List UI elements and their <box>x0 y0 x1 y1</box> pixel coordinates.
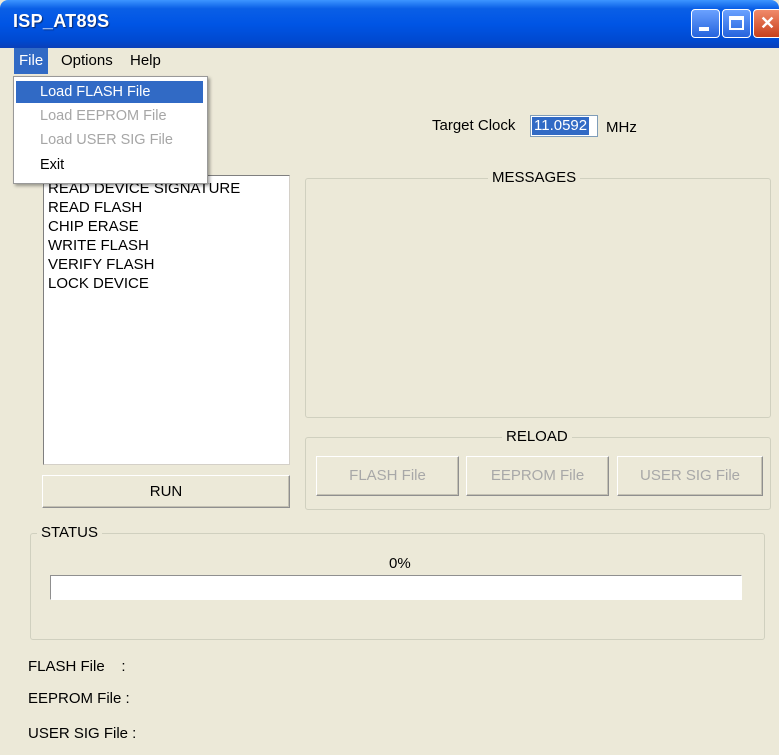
command-item[interactable]: WRITE FLASH <box>48 236 149 255</box>
app-window: ISP_AT89S ✕ File Options Help Load FLASH… <box>0 0 779 755</box>
reload-eeprom-button[interactable]: EEPROM File <box>466 456 609 496</box>
target-clock-input[interactable]: 11.0592 <box>530 115 598 137</box>
title-bar[interactable]: ISP_AT89S ✕ <box>0 0 779 48</box>
command-item[interactable]: CHIP ERASE <box>48 217 139 236</box>
window-title: ISP_AT89S <box>13 11 110 31</box>
reload-user-sig-button[interactable]: USER SIG File <box>617 456 763 496</box>
flash-file-label: FLASH File : <box>28 658 126 675</box>
progress-percent: 0% <box>389 555 411 572</box>
clock-unit-label: MHz <box>606 119 637 136</box>
close-icon: ✕ <box>759 13 776 33</box>
target-clock-value: 11.0592 <box>532 117 590 135</box>
menu-options[interactable]: Options <box>55 48 119 74</box>
reload-title: RELOAD <box>502 428 572 445</box>
reload-flash-button[interactable]: FLASH File <box>316 456 459 496</box>
target-clock-label: Target Clock <box>432 117 516 134</box>
messages-group: MESSAGES <box>305 169 771 418</box>
command-item[interactable]: VERIFY FLASH <box>48 255 154 274</box>
messages-title: MESSAGES <box>488 169 581 186</box>
menu-file[interactable]: File <box>14 48 49 74</box>
close-button[interactable]: ✕ <box>753 9 779 38</box>
command-item[interactable]: LOCK DEVICE <box>48 274 149 293</box>
run-button[interactable]: RUN <box>42 475 290 508</box>
command-list[interactable]: READ DEVICE SIGNATURE READ FLASH CHIP ER… <box>43 175 290 465</box>
progress-bar <box>50 575 742 600</box>
file-menu-dropdown: Load FLASH File Load EEPROM File Load US… <box>13 76 208 184</box>
menu-help[interactable]: Help <box>124 48 167 74</box>
minimize-button[interactable] <box>691 9 720 38</box>
menu-item-load-user-sig[interactable]: Load USER SIG File <box>16 129 203 151</box>
menu-item-exit[interactable]: Exit <box>16 154 203 176</box>
command-item[interactable]: READ FLASH <box>48 198 142 217</box>
menu-item-load-eeprom[interactable]: Load EEPROM File <box>16 105 203 127</box>
maximize-button[interactable] <box>722 9 751 38</box>
maximize-icon <box>729 16 744 30</box>
eeprom-file-label: EEPROM File : <box>28 690 130 707</box>
user-sig-file-label: USER SIG File : <box>28 725 137 742</box>
menu-bar: File Options Help <box>0 48 779 75</box>
menu-item-load-flash[interactable]: Load FLASH File <box>16 81 203 103</box>
minimize-icon <box>699 27 709 31</box>
status-title: STATUS <box>37 524 102 541</box>
